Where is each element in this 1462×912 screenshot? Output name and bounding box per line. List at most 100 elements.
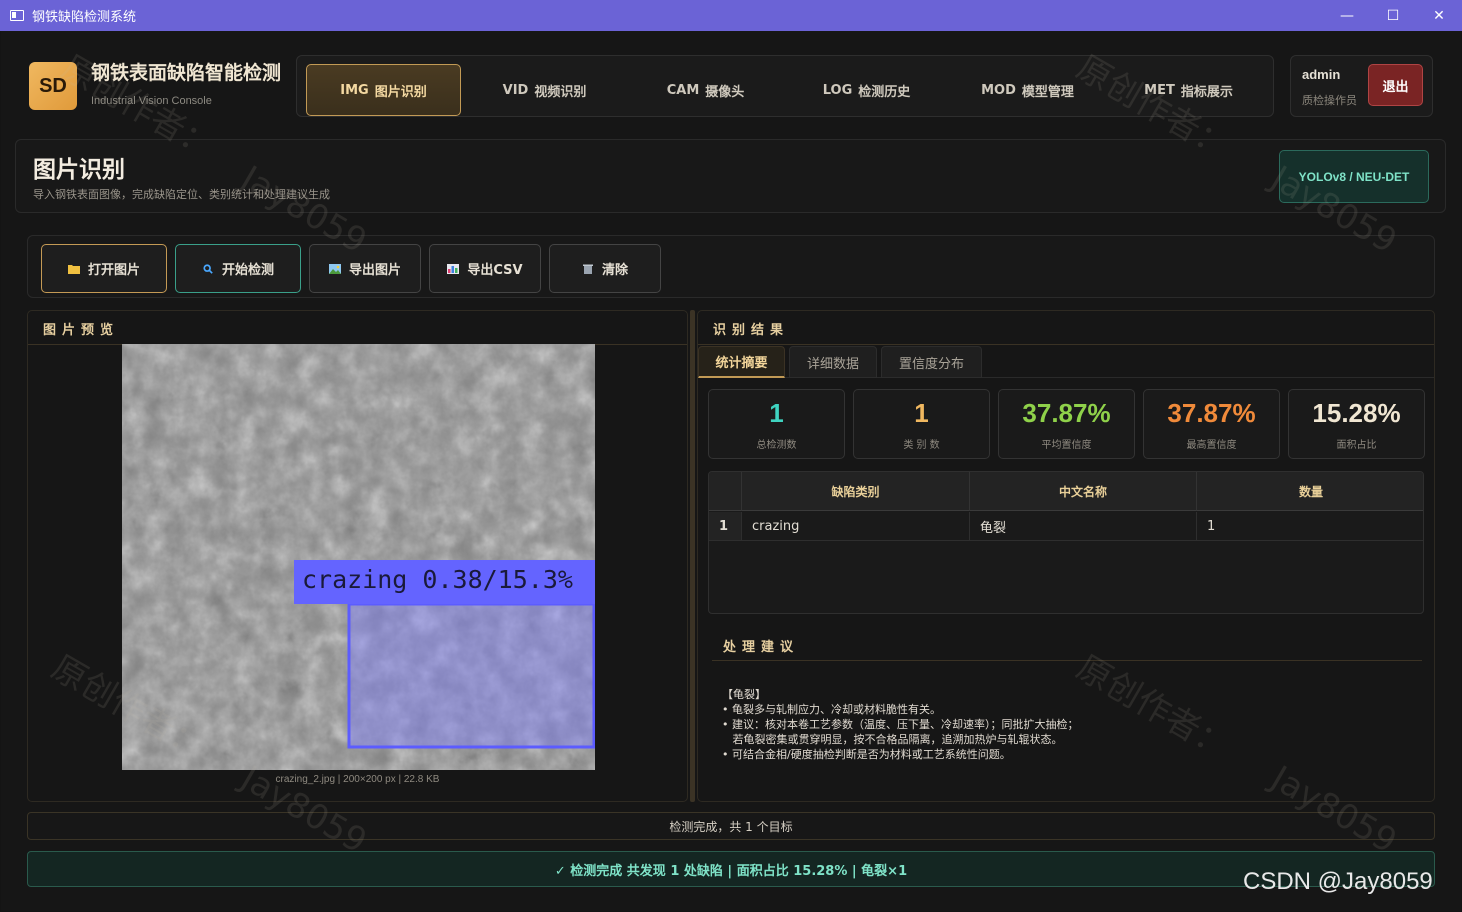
picture-icon (328, 263, 341, 274)
advice-line-4: 若龟裂密集或贯穿明显，按不合格品隔离，追溯加热炉与轧辊状态。 (722, 733, 1063, 746)
nav-img[interactable]: IMG 图片识别 (306, 64, 461, 116)
stat-classes: 1 类 别 数 (853, 389, 990, 459)
start-detect-button[interactable]: 开始检测 (175, 244, 301, 293)
stat-total: 1 总检测数 (708, 389, 845, 459)
cell-class[interactable]: crazing (742, 512, 970, 541)
stat-avg-conf: 37.87% 平均置信度 (998, 389, 1135, 459)
stat-area-label: 面积占比 (1336, 440, 1377, 451)
col-header-class[interactable]: 缺陷类别 (742, 472, 970, 511)
nav-cam-label: 摄像头 (705, 84, 745, 100)
results-table: 缺陷类别 中文名称 数量 1 crazing 龟裂 1 (708, 471, 1424, 614)
stat-area: 15.28% 面积占比 (1288, 389, 1425, 459)
tab-details[interactable]: 详细数据 (789, 346, 877, 378)
start-detect-label: 开始检测 (221, 263, 274, 278)
nav-vid[interactable]: VID 视频识别 (467, 64, 622, 116)
close-button[interactable]: ✕ (1416, 0, 1462, 31)
preview-panel-title: 图片预览 (43, 323, 120, 338)
advice-text: 【龟裂】 • 龟裂多与轧制应力、冷却或材料脆性有关。 • 建议：核对本卷工艺参数… (722, 687, 1078, 762)
advice-line-1: 【龟裂】 (722, 688, 766, 701)
brand-title: 钢铁表面缺陷智能检测 (91, 62, 282, 84)
page-title: 图片识别 (33, 157, 125, 183)
window-titlebar: 钢铁缺陷检测系统 — ☐ ✕ (0, 0, 1462, 31)
export-csv-label: 导出CSV (467, 263, 523, 278)
results-tabs: 统计摘要 详细数据 置信度分布 (698, 345, 1434, 378)
nav-mod-code: MOD (981, 82, 1016, 98)
app-logo: SD (29, 62, 77, 110)
nav-log-label: 检测历史 (858, 84, 911, 100)
stat-max-conf-value: 37.87% (1167, 398, 1256, 428)
col-header-cn[interactable]: 中文名称 (970, 472, 1197, 511)
divider (712, 660, 1422, 661)
open-image-label: 打开图片 (87, 263, 140, 278)
user-box: admin 质检操作员 退出 (1290, 55, 1433, 117)
nav-vid-label: 视频识别 (534, 84, 587, 100)
cell-cn[interactable]: 龟裂 (970, 512, 1197, 541)
nav-img-label: 图片识别 (374, 84, 427, 100)
stat-area-value: 15.28% (1312, 398, 1401, 428)
tab-confidence[interactable]: 置信度分布 (881, 346, 982, 378)
nav-cam[interactable]: CAM 摄像头 (628, 64, 783, 116)
page-header: 图片识别 导入钢铁表面图像，完成缺陷定位、类别统计和处理建议生成 YOLOv8 … (15, 139, 1446, 213)
clear-button[interactable]: 清除 (549, 244, 661, 293)
app-icon (10, 10, 24, 21)
advice-title: 处理建议 (723, 640, 800, 655)
col-header-count[interactable]: 数量 (1197, 472, 1423, 511)
main-nav: IMG 图片识别 VID 视频识别 CAM 摄像头 LOG 检测历史 MOD 模型管理 M… (296, 55, 1274, 117)
search-icon (203, 263, 213, 274)
results-panel: 识别结果 统计摘要 详细数据 置信度分布 1 总检测数 1 类 别 数 37.8… (697, 310, 1435, 802)
nav-img-code: IMG (340, 82, 369, 98)
folder-icon (67, 264, 80, 274)
advice-line-3: • 建议：核对本卷工艺参数（温度、压下量、冷却速率）；同批扩大抽检； (722, 718, 1079, 731)
nav-met-code: MET (1144, 82, 1175, 98)
page-subtitle: 导入钢铁表面图像，完成缺陷定位、类别统计和处理建议生成 (33, 188, 330, 201)
row-index[interactable]: 1 (709, 512, 742, 541)
nav-log[interactable]: LOG 检测历史 (789, 64, 944, 116)
detection-image[interactable]: crazing 0.38/15.3% (122, 344, 595, 770)
stat-total-value: 1 (769, 398, 784, 428)
nav-mod-label: 模型管理 (1021, 84, 1074, 100)
nav-vid-code: VID (502, 82, 529, 98)
detection-box-fill (349, 604, 594, 747)
stat-total-label: 总检测数 (756, 440, 797, 451)
nav-cam-code: CAM (666, 82, 700, 98)
export-image-button[interactable]: 导出图片 (309, 244, 421, 293)
status-bar: 检测完成，共 1 个目标 (27, 812, 1435, 840)
logout-button[interactable]: 退出 (1368, 64, 1423, 106)
maximize-button[interactable]: ☐ (1370, 0, 1416, 31)
nav-met-label: 指标展示 (1180, 84, 1233, 100)
detection-label: crazing 0.38/15.3% (302, 565, 573, 594)
open-image-button[interactable]: 打开图片 (41, 244, 167, 293)
user-role: 质检操作员 (1302, 94, 1357, 107)
export-csv-button[interactable]: 导出CSV (429, 244, 541, 293)
window-title: 钢铁缺陷检测系统 (32, 10, 137, 25)
user-name: admin (1302, 67, 1341, 82)
nav-mod[interactable]: MOD 模型管理 (950, 64, 1105, 116)
model-badge: YOLOv8 / NEU-DET (1279, 150, 1429, 203)
image-preview-panel: 图片预览 crazing 0.38/15.3% crazing_2.jpg | … (27, 310, 688, 802)
stat-classes-value: 1 (914, 398, 929, 428)
stat-avg-conf-value: 37.87% (1022, 398, 1111, 428)
nav-log-code: LOG (822, 82, 853, 98)
table-corner (709, 472, 742, 511)
result-summary-bar: ✓ 检测完成 共发现 1 处缺陷 | 面积占比 15.28% | 龟裂×1 (27, 851, 1435, 887)
advice-line-5: • 可结合金相/硬度抽检判断是否为材料或工艺系统性问题。 (722, 748, 1011, 761)
panel-splitter[interactable] (690, 310, 695, 802)
cell-count[interactable]: 1 (1197, 512, 1423, 541)
tab-summary[interactable]: 统计摘要 (698, 346, 785, 378)
stat-classes-label: 类 别 数 (903, 440, 940, 451)
clear-label: 清除 (601, 263, 628, 278)
advice-line-2: • 龟裂多与轧制应力、冷却或材料脆性有关。 (722, 703, 941, 716)
image-info: crazing_2.jpg | 200×200 px | 22.8 KB (275, 774, 440, 785)
brand-subtitle: Industrial Vision Console (91, 95, 212, 107)
results-panel-title: 识别结果 (713, 323, 790, 338)
csdn-watermark: CSDN @Jay8059 (1243, 868, 1433, 895)
stat-max-conf: 37.87% 最高置信度 (1143, 389, 1280, 459)
trash-icon (582, 264, 593, 274)
export-image-label: 导出图片 (348, 263, 401, 278)
action-toolbar: 打开图片 开始检测 导出图片 导出CSV 清除 (27, 235, 1435, 298)
minimize-button[interactable]: — (1324, 0, 1370, 31)
nav-met[interactable]: MET 指标展示 (1111, 64, 1266, 116)
stat-avg-conf-label: 平均置信度 (1041, 440, 1092, 451)
stat-max-conf-label: 最高置信度 (1186, 440, 1237, 451)
bar-chart-icon (447, 263, 460, 274)
